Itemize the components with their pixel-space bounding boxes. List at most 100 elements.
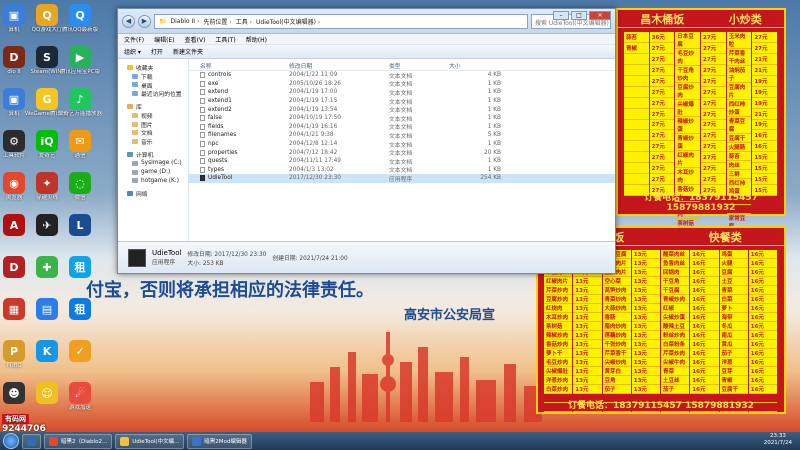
column-header-type[interactable]: 类型 (389, 61, 449, 70)
column-header-name[interactable]: 名称 (189, 61, 289, 70)
app-icon: ☺ (36, 382, 58, 404)
taskbar-button[interactable]: 暗黑2Mod编辑器 (187, 433, 252, 449)
column-header-size[interactable]: 大小 (449, 61, 501, 70)
taskbar-button[interactable]: 暗黑2（Diablo2... (44, 433, 113, 449)
nav-item[interactable]: 音乐 (118, 137, 188, 146)
details-type: 应用程序 (152, 260, 176, 266)
file-row[interactable]: controls 2004/1/22 11:09 文本文档 4 KB (189, 71, 615, 80)
close-button[interactable]: ✕ (589, 11, 611, 20)
folder-icon (132, 121, 138, 127)
explorer-titlebar[interactable]: ◀ ▶ 📁Diablo II先前位置工具UdieTool(中文编辑器) 搜索 U… (118, 9, 615, 34)
file-row[interactable]: properties 2004/7/12 18:42 文本文档 20 KB (189, 148, 615, 157)
taskbar-button[interactable] (22, 433, 41, 449)
menu-item[interactable]: 编辑(E) (154, 35, 174, 44)
breadcrumb-item[interactable]: Diablo II (170, 18, 199, 25)
taskbar-button[interactable]: UdieTool(中文编... (115, 433, 185, 449)
toolbar-button[interactable]: 新建文件夹 (173, 47, 203, 56)
breadcrumb-item[interactable]: 工具 (236, 17, 252, 26)
file-row[interactable]: fields 2004/1/19 16:16 文本文档 1 KB (189, 123, 615, 131)
menu-item: 16元 (690, 295, 719, 304)
file-name: extend (208, 89, 229, 96)
folder-icon (132, 73, 138, 79)
file-date: 2004/7/12 18:42 (289, 149, 338, 156)
folder-icon: 📁 (159, 17, 167, 25)
nav-item[interactable]: 文档 (118, 129, 188, 137)
breadcrumb-item[interactable]: UdieTool(中文编辑器) (256, 17, 320, 26)
nav-item[interactable]: game (D:) (118, 168, 188, 177)
file-size: 1 KB (487, 123, 501, 130)
desktop-icon[interactable]: Q 腾讯QQ最新版 (58, 4, 102, 34)
nav-item[interactable]: 最近访问的位置 (118, 89, 188, 98)
nav-item[interactable]: SysImage (C:) (118, 159, 188, 168)
file-row[interactable]: extend 2004/1/19 17:00 文本文档 1 KB (189, 88, 615, 97)
nav-item[interactable]: 桌面 (118, 81, 188, 90)
nav-libraries[interactable]: 库 (118, 102, 188, 111)
forward-icon[interactable]: ▶ (138, 14, 151, 28)
menu-item[interactable]: 文件(F) (124, 35, 144, 44)
address-bar[interactable]: 📁Diablo II 先前位置工具 UdieTool(中文编辑器) (154, 13, 528, 29)
desktop-icon[interactable]: ♪ 爱奇艺万能播放器 (58, 88, 102, 118)
column-header-date[interactable]: 修改日期 (289, 61, 389, 70)
desktop-icon[interactable]: ◌ 微信 (58, 172, 102, 202)
system-clock[interactable]: 23:33 2021/7/24 (764, 433, 792, 447)
text-file-icon (200, 106, 205, 113)
nav-item[interactable]: 视频 (118, 111, 188, 120)
file-name: types (208, 166, 224, 173)
menu-item: 27元 (701, 174, 726, 186)
explorer-window[interactable]: ◀ ▶ 📁Diablo II先前位置工具UdieTool(中文编辑器) 搜索 U… (117, 8, 616, 274)
menu-item: 豆腐干 (719, 385, 748, 394)
file-row[interactable]: extend2 2004/1/19 13:54 文本文档 1 KB (189, 105, 615, 114)
nav-network[interactable]: 网络 (118, 189, 188, 198)
nav-favorites[interactable]: 收藏夹 (118, 63, 188, 72)
file-row[interactable]: types 2004/1/3 13:02 文本文档 1 KB (189, 166, 615, 174)
menu-item: 27元 (701, 130, 726, 142)
menu-item[interactable]: 查看(V) (185, 35, 206, 44)
nav-computer[interactable]: 计算机 (118, 150, 188, 159)
file-row[interactable]: npc 2004/12/8 12:14 文本文档 1 KB (189, 140, 615, 149)
overlay-tag: 有码网 (2, 414, 29, 424)
menu-column: 蒜苔 青椒 (624, 32, 650, 197)
file-date: 2004/1/19 13:54 (289, 106, 338, 113)
maximize-button[interactable]: □ (571, 11, 587, 20)
toolbar-button[interactable]: 组织 ▾ (124, 47, 141, 56)
nav-item[interactable]: 下载 (118, 72, 188, 81)
toolbar-button[interactable]: 打开 (151, 47, 163, 56)
menu-item: 萝卜干 (544, 349, 573, 358)
desktop-icon[interactable]: ✓ (58, 340, 102, 363)
file-row[interactable]: exe 2005/10/26 18:26 文本文档 1 KB (189, 80, 615, 88)
desktop-icon-label: PUBG (6, 363, 22, 369)
menu-item: 27元 (701, 98, 726, 109)
app-icon: D (3, 256, 25, 278)
nav-item[interactable]: hotgame (K:) (118, 177, 188, 186)
menu-item: 洋葱 (719, 358, 748, 367)
menu-item: 36元 (649, 32, 675, 43)
menu-item: 16元 (690, 304, 719, 313)
folder-icon (132, 160, 138, 166)
breadcrumb-item[interactable]: 先前位置 (203, 17, 231, 26)
desktop-icon[interactable]: L (58, 214, 102, 237)
menu-item: 15元 (752, 152, 778, 164)
menu-item[interactable]: 帮助(H) (246, 35, 267, 44)
file-row[interactable]: false 2004/10/19 17:50 文本文档 1 KB (189, 114, 615, 123)
file-row[interactable]: quests 2004/11/11 17:49 文本文档 1 KB (189, 157, 615, 166)
desktop-icon[interactable]: ☄ 游戏加速 (58, 382, 102, 412)
minimize-button[interactable]: – (553, 11, 569, 20)
text-file-icon (200, 132, 205, 139)
app-icon: ♪ (69, 88, 91, 110)
file-size: 1 KB (487, 166, 501, 173)
file-list[interactable]: 名称 修改日期 类型 大小 controls 2004/1/22 11:09 文本文… (189, 60, 615, 241)
start-button[interactable] (3, 433, 19, 449)
desktop-icon[interactable]: ✉ 通信 (58, 130, 102, 160)
file-row[interactable]: extend1 2004/1/19 17:15 文本文档 1 KB (189, 97, 615, 106)
file-row[interactable]: UdieTool 2017/12/30 23:30 应用程序 254 KB (189, 174, 615, 183)
menu-item: 回锅肉 (661, 268, 690, 277)
menu-item[interactable]: 工具(T) (215, 35, 235, 44)
menu-item: 13元 (573, 295, 602, 304)
text-file-icon (200, 141, 205, 148)
menu-item: 16元 (748, 304, 777, 313)
file-row[interactable]: filenames 2004/1/21 9:38 文本文档 5 KB (189, 131, 615, 140)
nav-item[interactable]: 图片 (118, 120, 188, 129)
file-name: npc (208, 141, 219, 148)
desktop-icon[interactable]: ▶ 腾讯应用宝PC版 (58, 46, 102, 76)
back-icon[interactable]: ◀ (122, 14, 135, 28)
